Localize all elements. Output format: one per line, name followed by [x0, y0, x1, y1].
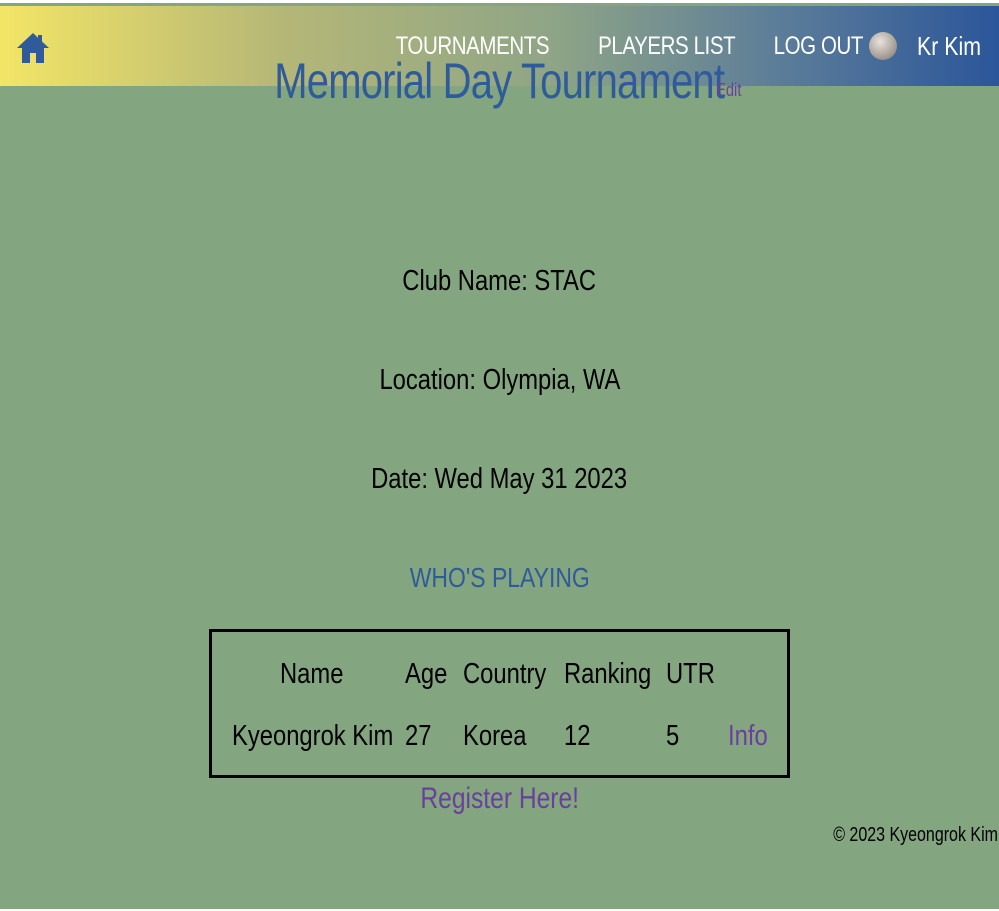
column-header-age: Age — [405, 658, 448, 690]
register-link[interactable]: Register Here! — [0, 782, 999, 816]
location-line: Location: Olympia, WA — [0, 364, 999, 397]
column-header-country: Country — [463, 658, 547, 690]
player-ranking-cell: 12 — [564, 720, 591, 752]
column-header-ranking: Ranking — [564, 658, 652, 690]
player-age-cell: 27 — [405, 720, 432, 752]
player-name-cell: Kyeongrok Kim — [232, 720, 394, 752]
player-country-cell: Korea — [463, 720, 527, 752]
date-text: Date: Wed May 31 2023 — [371, 463, 628, 495]
player-info-link[interactable]: Info — [728, 720, 768, 753]
player-utr-cell: 5 — [666, 720, 680, 752]
page-title: Memorial Day Tournament — [274, 53, 726, 109]
location-text: Location: Olympia, WA — [379, 364, 620, 396]
title-row: Memorial Day Tournament — [0, 51, 999, 111]
edit-link[interactable]: Edit — [716, 80, 741, 101]
column-header-name: Name — [280, 658, 344, 690]
column-header-utr: UTR — [666, 658, 715, 690]
register-link-text: Register Here! — [420, 782, 579, 815]
club-name-text: Club Name: STAC — [402, 265, 597, 297]
date-line: Date: Wed May 31 2023 — [0, 463, 999, 496]
footer-copyright: © 2023 Kyeongrok Kim — [833, 824, 998, 846]
club-name-line: Club Name: STAC — [0, 265, 999, 298]
players-table: Name Age Country Ranking UTR Kyeongrok K… — [209, 629, 790, 778]
whos-playing-heading: WHO'S PLAYING — [0, 562, 999, 594]
whos-playing-heading-text: WHO'S PLAYING — [409, 562, 590, 593]
